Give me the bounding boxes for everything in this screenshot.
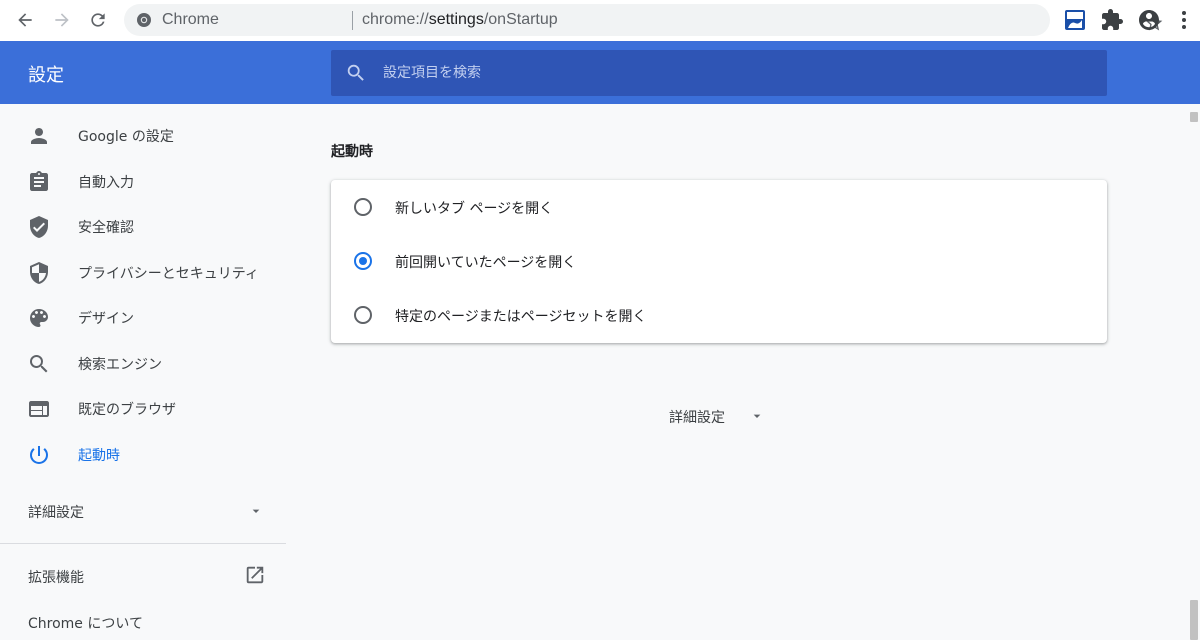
- sidebar: Google の設定 自動入力 安全確認 プライバシーとセキュリティ デザイン …: [0, 104, 286, 640]
- caret-down-icon: [252, 509, 260, 513]
- caret-down-icon: [753, 414, 761, 418]
- sidebar-item-label: 検索エンジン: [78, 357, 162, 373]
- browser-window-icon: [29, 401, 49, 417]
- scrollbar-thumb[interactable]: [1190, 600, 1198, 640]
- puzzle-icon[interactable]: [1100, 8, 1124, 32]
- option-label: 特定のページまたはページセットを開く: [395, 309, 647, 325]
- search-input[interactable]: [383, 50, 1083, 96]
- forward-icon: [55, 13, 69, 27]
- option-label: 前回開いていたページを開く: [395, 255, 577, 271]
- option-label: 新しいタブ ページを開く: [395, 201, 554, 217]
- settings-search[interactable]: [331, 50, 1107, 96]
- advanced-settings-label: 詳細設定: [669, 410, 725, 426]
- startup-options-card: 新しいタブ ページを開く 前回開いていたページを開く 特定のページまたはページセ…: [331, 180, 1107, 343]
- url-host: settings: [428, 11, 484, 28]
- site-name: Chrome: [162, 11, 219, 28]
- radio-button-checked[interactable]: [354, 252, 372, 270]
- sidebar-item-label: 起動時: [78, 448, 120, 464]
- page-title: 設定: [28, 65, 64, 86]
- sidebar-item-label: 既定のブラウザ: [78, 402, 176, 418]
- back-button[interactable]: [10, 5, 40, 35]
- sidebar-item-label: Google の設定: [78, 129, 174, 145]
- sidebar-advanced-label: 詳細設定: [28, 505, 84, 521]
- search-icon: [347, 64, 364, 81]
- sidebar-item-search-engine[interactable]: 検索エンジン: [0, 341, 286, 387]
- advanced-settings-toggle[interactable]: 詳細設定: [660, 400, 770, 432]
- person-icon: [31, 128, 47, 144]
- sidebar-item-label: 安全確認: [78, 220, 134, 236]
- chrome-site-icon: [137, 13, 151, 27]
- browser-toolbar: Chrome chrome://settings/onStartup: [0, 0, 1200, 41]
- power-icon: [29, 446, 48, 464]
- sidebar-item-label: プライバシーとセキュリティ: [78, 266, 259, 282]
- sidebar-item-label: 自動入力: [78, 175, 134, 191]
- sidebar-about-label: Chrome について: [28, 616, 143, 632]
- omnibox-divider: [352, 11, 353, 30]
- security-shield-icon: [30, 262, 48, 284]
- sidebar-item-on-startup[interactable]: 起動時: [0, 432, 286, 478]
- sidebar-extensions-label: 拡張機能: [28, 570, 84, 586]
- url-prefix: chrome://: [362, 11, 429, 28]
- sidebar-item-google[interactable]: Google の設定: [0, 113, 286, 159]
- search-icon: [30, 355, 48, 373]
- more-vert-icon[interactable]: [1172, 8, 1196, 32]
- palette-icon: [30, 309, 48, 327]
- option-new-tab[interactable]: 新しいタブ ページを開く: [331, 180, 1107, 234]
- sidebar-item-default-browser[interactable]: 既定のブラウザ: [0, 386, 286, 432]
- shield-check-icon: [30, 216, 48, 238]
- sidebar-item-label: デザイン: [78, 311, 134, 327]
- sidebar-item-privacy[interactable]: プライバシーとセキュリティ: [0, 250, 286, 296]
- forward-button[interactable]: [47, 5, 77, 35]
- sidebar-advanced-toggle[interactable]: 詳細設定: [0, 494, 286, 528]
- option-specific-pages[interactable]: 特定のページまたはページセットを開く: [331, 288, 1107, 342]
- url-path: /onStartup: [483, 11, 558, 28]
- section-title: 起動時: [331, 144, 373, 160]
- url-text: chrome://settings/onStartup: [362, 11, 558, 29]
- extension-badge-icon[interactable]: [1063, 8, 1087, 32]
- reload-button[interactable]: [83, 5, 113, 35]
- scrollbar-arrow[interactable]: [1190, 112, 1198, 122]
- radio-button[interactable]: [354, 306, 372, 324]
- open-in-new-icon: [246, 566, 264, 584]
- sidebar-item-extensions[interactable]: 拡張機能: [0, 556, 286, 596]
- back-icon: [18, 13, 32, 27]
- sidebar-divider: [0, 543, 286, 544]
- reload-icon: [91, 13, 105, 27]
- address-bar[interactable]: Chrome chrome://settings/onStartup: [124, 4, 1163, 36]
- sidebar-item-autofill[interactable]: 自動入力: [0, 159, 286, 205]
- settings-header: 設定: [0, 41, 1200, 104]
- option-continue-where-left-off[interactable]: 前回開いていたページを開く: [331, 234, 1107, 288]
- clipboard-icon: [30, 171, 48, 191]
- sidebar-item-safety-check[interactable]: 安全確認: [0, 204, 286, 250]
- sidebar-item-about[interactable]: Chrome について: [0, 604, 286, 640]
- account-icon[interactable]: [1137, 8, 1161, 32]
- radio-button[interactable]: [354, 198, 372, 216]
- sidebar-item-appearance[interactable]: デザイン: [0, 295, 286, 341]
